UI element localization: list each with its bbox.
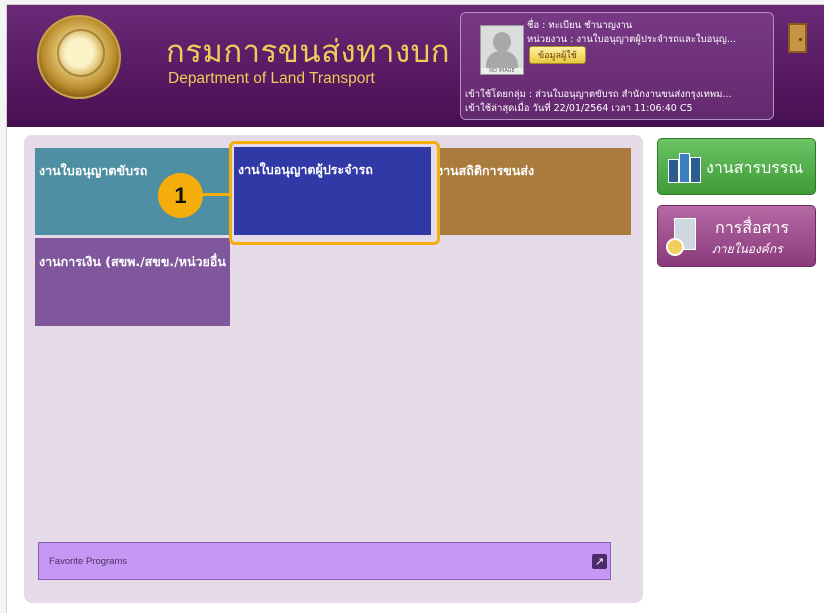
user-info-panel: NO IMAGE ชื่อ : ทะเบียน ชำนาญงาน หน่วยงา… [460,12,774,120]
user-name: ชื่อ : ทะเบียน ชำนาญงาน [527,20,633,31]
archive-label: งานสารบรรณ [706,158,804,177]
tile-label: งานสถิติการขนส่ง [437,163,535,178]
last-login: เข้าใช้ล่าสุดเมื่อ วันที่ 22/01/2564 เวล… [465,103,693,114]
department-name-english: Department of Land Transport [168,70,375,87]
step-number-badge: 1 [158,173,203,218]
internal-communication-button[interactable]: การสื่อสาร ภายในองค์กร [657,205,816,267]
document-archive-icon [668,153,701,183]
user-info-button[interactable]: ข้อมูลผู้ใช้ [529,46,586,64]
user-unit: หน่วยงาน : งานใบอนุญาตผู้ประจำรถและใบอนุ… [527,34,736,45]
callout-connector [202,193,230,196]
favorite-programs-bar[interactable]: Favorite Programs ↗ [38,542,611,580]
tile-label: งานการเงิน (สขพ./สขข./หน่วยอื่น [39,254,226,269]
exit-door-icon[interactable] [788,23,807,53]
highlight-frame [229,141,440,245]
favorite-programs-label: Favorite Programs [49,556,128,567]
user-avatar: NO IMAGE [480,25,524,75]
communication-sublabel: ภายในองค์กร [712,242,783,256]
tile-finance[interactable]: งานการเงิน (สขพ./สขข./หน่วยอื่น [35,238,230,326]
building-cd-icon [666,218,704,256]
communication-label: การสื่อสาร [715,218,789,237]
tile-transport-statistics[interactable]: งานสถิติการขนส่ง [437,148,631,235]
avatar-caption: NO IMAGE [481,68,523,74]
department-seal-logo [37,15,121,99]
department-name-thai: กรมการขนส่งทางบก [166,34,451,70]
archive-button[interactable]: งานสารบรรณ [657,138,816,195]
user-group: เข้าใช้โดยกลุ่ม : ส่วนใบอนุญาตขับรถ สำนั… [465,89,732,100]
external-link-icon[interactable]: ↗ [592,554,607,569]
tile-label: งานใบอนุญาตขับรถ [39,163,148,178]
